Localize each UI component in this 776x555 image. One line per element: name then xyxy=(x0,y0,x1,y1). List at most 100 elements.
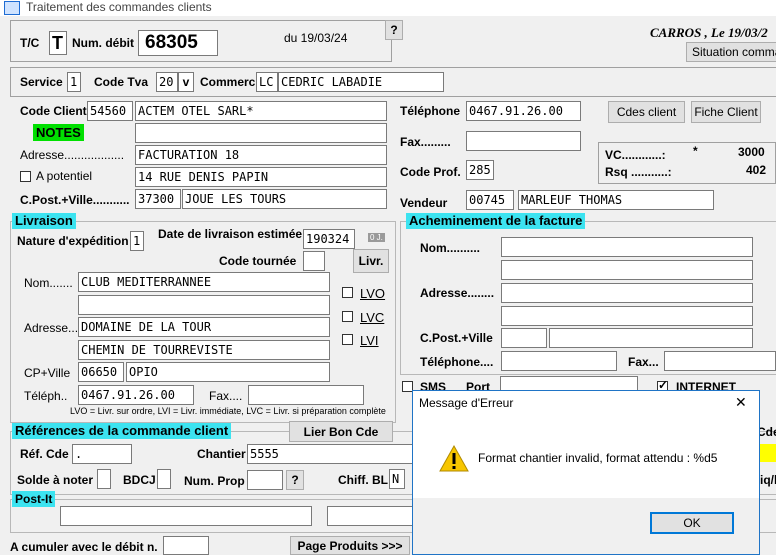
num-prop-field[interactable] xyxy=(247,470,283,490)
liv-adresse-label: Adresse... xyxy=(24,321,79,335)
dialog-message: Format chantier invalid, format attendu … xyxy=(478,451,718,465)
livr-button[interactable]: Livr. xyxy=(353,249,389,273)
liv-teleph-field[interactable]: 0467.91.26.00 xyxy=(78,385,194,405)
ach-nom2-field[interactable] xyxy=(501,260,753,280)
chiff-bl-field[interactable]: N xyxy=(389,469,405,489)
lvc-checkbox[interactable] xyxy=(342,311,353,322)
service-field[interactable]: 1 xyxy=(67,72,81,92)
adresse2-field[interactable]: 14 RUE DENIS PAPIN xyxy=(135,167,387,187)
postit-header: Post-It xyxy=(12,491,56,507)
vc-value: 3000 xyxy=(738,145,765,159)
code-client-field[interactable]: 54560 xyxy=(87,101,133,121)
acheminement-header: Acheminement de la facture xyxy=(406,213,586,229)
warning-icon xyxy=(439,445,469,472)
ach-cpville-label: C.Post.+Ville xyxy=(420,331,493,345)
nature-field[interactable]: 1 xyxy=(130,231,144,251)
code-tva-dropdown[interactable]: v xyxy=(178,72,194,92)
window-title: Traitement des commandes clients xyxy=(26,0,212,14)
code-tournee-field[interactable] xyxy=(303,251,325,271)
ach-adresse1-field[interactable] xyxy=(501,283,753,303)
postit-field-2[interactable] xyxy=(327,506,417,526)
tc-field[interactable]: T xyxy=(49,31,67,55)
liv-adresse2-field[interactable]: CHEMIN DE TOURREVISTE xyxy=(78,340,330,360)
dialog-title-bar: Message d'Erreur ✕ xyxy=(413,391,759,415)
tc-label: T/C xyxy=(20,36,40,50)
ach-telephone-field[interactable] xyxy=(501,351,617,371)
ref-cde-field[interactable]: . xyxy=(72,444,132,464)
num-debit-field[interactable]: 68305 xyxy=(138,30,218,56)
vendeur-name-field[interactable]: MARLEUF THOMAS xyxy=(518,190,714,210)
liv-adresse1-field[interactable]: DOMAINE DE LA TOUR xyxy=(78,317,330,337)
ach-telephone-label: Téléphone.... xyxy=(420,355,494,369)
solde-field[interactable] xyxy=(97,469,111,489)
close-icon[interactable]: ✕ xyxy=(735,394,747,411)
ok-button[interactable]: OK xyxy=(650,512,734,534)
cp-field[interactable]: 37300 xyxy=(135,189,181,209)
num-prop-help-button[interactable]: ? xyxy=(286,470,304,490)
liv-ville-field[interactable]: OPIO xyxy=(126,362,330,382)
ach-fax-label: Fax... xyxy=(628,355,659,369)
code-client-label: Code Client xyxy=(20,104,87,118)
livraison-legend: LVO = Livr. sur ordre, LVI = Livr. imméd… xyxy=(70,406,386,416)
cdes-client-button[interactable]: Cdes client xyxy=(608,101,685,123)
chiff-bl-label: Chiff. BL xyxy=(338,473,388,487)
code-prof-label: Code Prof. xyxy=(400,165,461,179)
commerc-code-field[interactable]: LC xyxy=(256,72,278,92)
num-prop-label: Num. Prop xyxy=(184,474,245,488)
date-livraison-field[interactable]: 190324 xyxy=(303,229,355,249)
client-name-field[interactable]: ACTEM OTEL SARL* xyxy=(135,101,387,121)
dialog-button-area: OK xyxy=(413,498,759,554)
dialog-title: Message d'Erreur xyxy=(419,396,514,410)
situation-button[interactable]: Situation comman xyxy=(686,42,776,62)
code-prof-field[interactable]: 285 xyxy=(466,160,494,180)
liv-cp-field[interactable]: 06650 xyxy=(78,362,124,382)
adresse-label: Adresse.................. xyxy=(20,148,125,162)
bdcj-label: BDCJ xyxy=(123,473,156,487)
potentiel-checkbox[interactable] xyxy=(20,171,31,182)
app-icon xyxy=(4,1,20,15)
service-label: Service xyxy=(20,75,63,89)
lvi-checkbox[interactable] xyxy=(342,334,353,345)
ref-cde-label: Réf. Cde xyxy=(20,447,69,461)
postit-field-1[interactable] xyxy=(60,506,312,526)
notes-field[interactable] xyxy=(135,123,387,143)
vc-label: VC............: xyxy=(605,148,666,162)
liv-fax-label: Fax.... xyxy=(209,389,243,403)
help-button[interactable]: ? xyxy=(385,20,403,40)
fiche-client-button[interactable]: Fiche Client xyxy=(691,101,761,123)
page-produits-button[interactable]: Page Produits >>> xyxy=(290,536,410,555)
ach-nom-label: Nom.......... xyxy=(420,241,481,255)
ach-fax-field[interactable] xyxy=(664,351,776,371)
liv-nom2-field[interactable] xyxy=(78,295,330,315)
telephone-field[interactable]: 0467.91.26.00 xyxy=(466,101,581,121)
ach-ville-field[interactable] xyxy=(549,328,753,348)
references-header: Références de la commande client xyxy=(12,423,232,439)
liv-nom-field[interactable]: CLUB MEDITERRANNEE xyxy=(78,272,330,292)
ach-adresse2-field[interactable] xyxy=(501,306,753,326)
ville-field[interactable]: JOUE LES TOURS xyxy=(182,189,387,209)
lier-bon-cde-button[interactable]: Lier Bon Cde xyxy=(289,421,393,442)
cpville-label: C.Post.+Ville........... xyxy=(20,193,130,207)
code-tva-field[interactable]: 20 xyxy=(156,72,178,92)
bdcj-field[interactable] xyxy=(157,469,171,489)
yellow-indicator xyxy=(758,444,776,462)
chantier-label: Chantier xyxy=(197,447,246,461)
lvi-label: LVI xyxy=(360,333,379,348)
fax-field[interactable] xyxy=(466,131,581,151)
cumuler-field[interactable] xyxy=(163,536,209,555)
vendeur-code-field[interactable]: 00745 xyxy=(466,190,514,210)
rsq-label: Rsq ...........: xyxy=(605,165,672,179)
chantier-field[interactable]: 5555 xyxy=(247,444,413,464)
commerc-label: Commerc. xyxy=(200,75,259,89)
ach-nom-field[interactable] xyxy=(501,237,753,257)
telephone-label: Téléphone xyxy=(400,104,461,118)
vc-star: * xyxy=(693,144,698,158)
ach-cp-field[interactable] xyxy=(501,328,547,348)
lvo-checkbox[interactable] xyxy=(342,287,353,298)
ach-adresse-label: Adresse........ xyxy=(420,286,495,300)
liv-fax-field[interactable] xyxy=(248,385,364,405)
adresse1-field[interactable]: FACTURATION 18 xyxy=(135,145,387,165)
commerc-name-field[interactable]: CEDRIC LABADIE xyxy=(278,72,444,92)
notes-label[interactable]: NOTES xyxy=(33,124,84,141)
title-bar: Traitement des commandes clients xyxy=(0,0,776,16)
